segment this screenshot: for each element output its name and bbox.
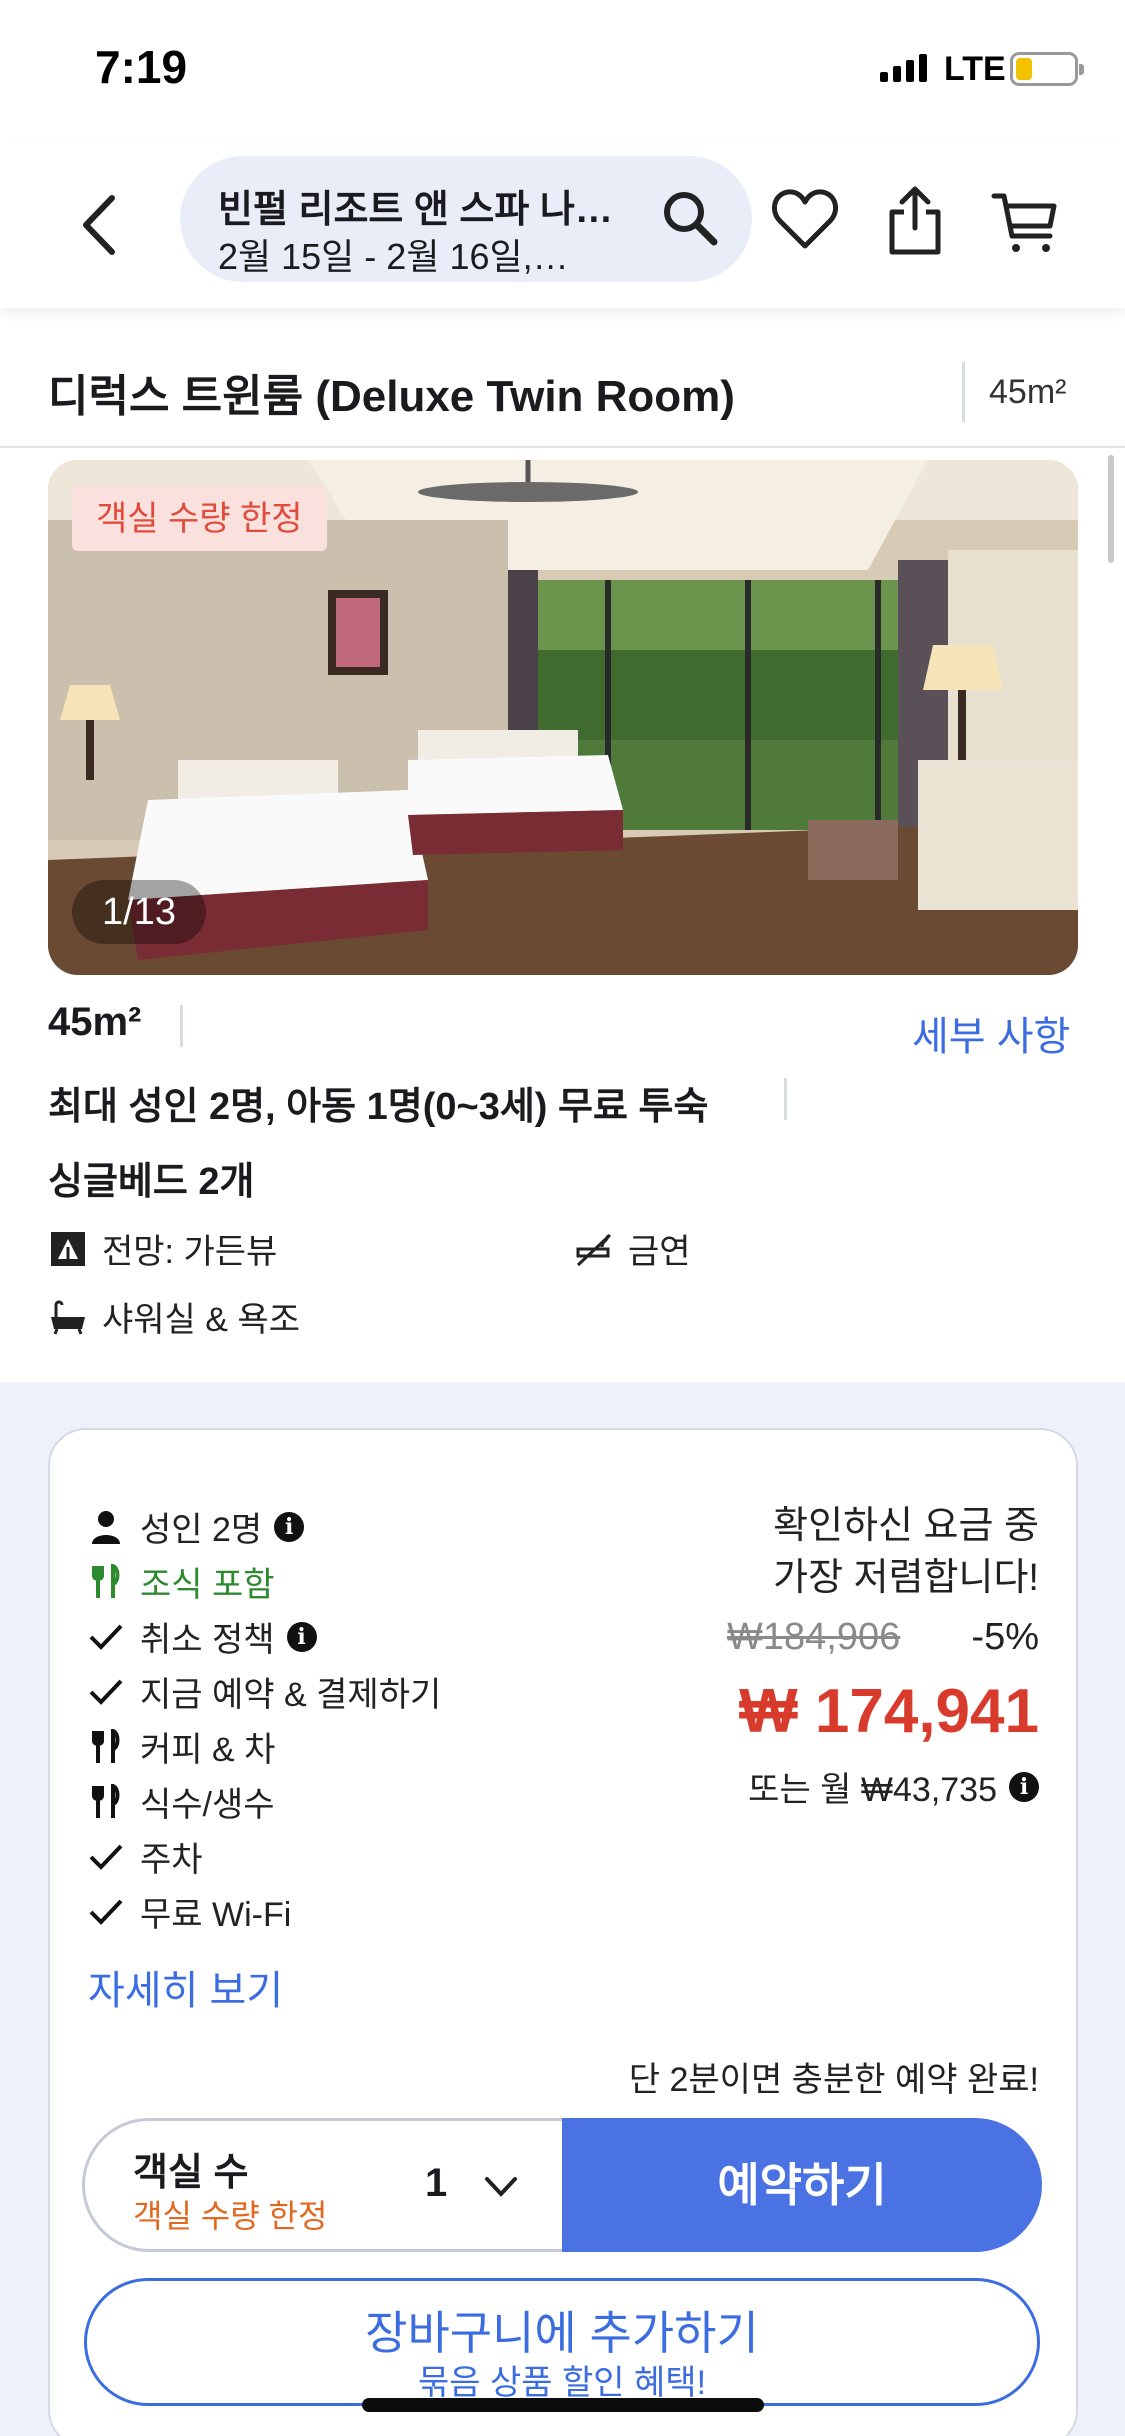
battery-icon [1010,52,1084,86]
inclusion-water-label: 식수/생수 [140,1786,275,1824]
heart-icon[interactable] [770,180,840,260]
add-to-cart-button[interactable]: 장바구니에 추가하기 묶음 상품 할인 혜택! [84,2278,1040,2406]
no-smoking-icon [576,1233,612,1266]
inclusion-parking-label: 주차 [140,1841,203,1879]
chevron-down-icon [485,2177,517,2197]
search-summary-pill[interactable]: 빈펄 리조트 앤 스파 나… 2월 15일 - 2월 16일,… [180,156,752,282]
photo-counter: 1/13 [72,880,206,944]
inclusion-adults: 성인 2명 i [88,1502,305,1551]
inclusion-adults-label: 성인 2명 [140,1511,263,1549]
inclusion-paynow-label: 지금 예약 & 결제하기 [140,1676,442,1714]
status-bar: 7:19 LTE [0,0,1125,140]
cart-icon[interactable] [990,180,1060,260]
book-button[interactable]: 예약하기 [562,2118,1042,2252]
quick-booking-note: 단 2분이면 충분한 예약 완료! [628,2061,1039,2099]
check-icon [89,1844,123,1870]
cheapest-line1: 확인하신 요금 중 [773,1505,1039,1547]
feature-view: 전망: 가든뷰 [48,1224,277,1273]
monthly-price-label: 또는 월 ₩43,735 [748,1771,997,1809]
feature-bath-label: 샤워실 & 욕조 [102,1301,300,1339]
check-icon [89,1624,123,1650]
inclusion-coffee-label: 커피 & 차 [140,1731,276,1769]
feature-bath: 샤워실 & 욕조 [48,1292,300,1341]
feature-view-label: 전망: 가든뷰 [102,1233,278,1271]
room-area: 45m² [48,1000,142,1044]
room-title-area: 45m² [962,362,1066,422]
inclusion-cancellation: 취소 정책 i [88,1612,317,1661]
add-to-cart-label: 장바구니에 추가하기 [365,2307,759,2359]
inclusion-wifi: 무료 Wi-Fi [88,1887,291,1936]
bathtub-icon [51,1300,85,1335]
inclusion-paynow: 지금 예약 & 결제하기 [88,1667,441,1716]
divider [784,1078,787,1120]
info-icon[interactable]: i [1009,1771,1039,1802]
cheapest-line2: 가장 저렴합니다! [773,1557,1039,1599]
current-price: ₩ 174,941 [739,1677,1039,1746]
stay-dates: 2월 15일 - 2월 16일,… [218,236,569,277]
dining-icon [92,1783,120,1818]
inclusion-parking: 주차 [88,1832,203,1881]
more-details-link[interactable]: 자세히 보기 [88,1958,283,2016]
feature-smoking-label: 금연 [628,1233,691,1271]
info-icon[interactable]: i [286,1621,317,1652]
view-icon [51,1231,85,1266]
cheapest-note: 확인하신 요금 중 가장 저렴합니다! [639,1500,1039,1604]
share-icon[interactable] [880,180,950,260]
occupancy-info: 최대 성인 2명, 아동 1명(0~3세) 무료 투숙 [48,1086,709,1128]
room-quantity-value: 1 [425,2161,448,2205]
person-icon [92,1510,120,1544]
bed-info: 싱글베드 2개 [48,1161,255,1203]
back-icon[interactable] [70,190,130,260]
details-link[interactable]: 세부 사항 [912,1004,1070,1062]
signal-icon [880,52,927,82]
check-icon [89,1899,123,1925]
check-icon [89,1679,123,1705]
inclusion-breakfast: 조식 포함 [88,1557,275,1606]
network-label: LTE [944,50,1006,88]
dining-icon [92,1563,120,1598]
inclusion-wifi-label: 무료 Wi-Fi [140,1896,292,1934]
hotel-name: 빈펄 리조트 앤 스파 나… [218,189,613,231]
monthly-price: 또는 월 ₩43,735 i [748,1762,1039,1811]
room-quantity-label: 객실 수 [133,2152,249,2194]
discount-badge: -5% [971,1616,1039,1658]
scrollbar[interactable] [1108,455,1114,563]
room-quantity-selector[interactable]: 객실 수 객실 수량 한정 1 [82,2118,562,2252]
limited-availability-badge: 객실 수량 한정 [72,487,327,551]
search-icon[interactable] [658,186,722,250]
inclusion-water: 식수/생수 [88,1777,275,1826]
room-quantity-limited: 객실 수량 한정 [133,2198,328,2234]
room-title: 디럭스 트윈룸 (Deluxe Twin Room) [48,372,735,421]
top-nav: 빈펄 리조트 앤 스파 나… 2월 15일 - 2월 16일,… [0,140,1125,308]
divider [180,1005,183,1047]
dining-icon [92,1728,120,1763]
divider [0,446,1125,448]
inclusion-coffee: 커피 & 차 [88,1722,275,1771]
inclusion-breakfast-label: 조식 포함 [140,1566,275,1604]
original-price: ₩184,906 [727,1616,901,1658]
home-indicator[interactable] [362,2398,764,2412]
info-icon[interactable]: i [274,1511,305,1542]
inclusion-cancellation-label: 취소 정책 [140,1621,275,1659]
status-time: 7:19 [95,41,188,93]
feature-smoking: 금연 [574,1224,691,1273]
bundle-discount-label: 묶음 상품 할인 혜택! [417,2364,707,2402]
